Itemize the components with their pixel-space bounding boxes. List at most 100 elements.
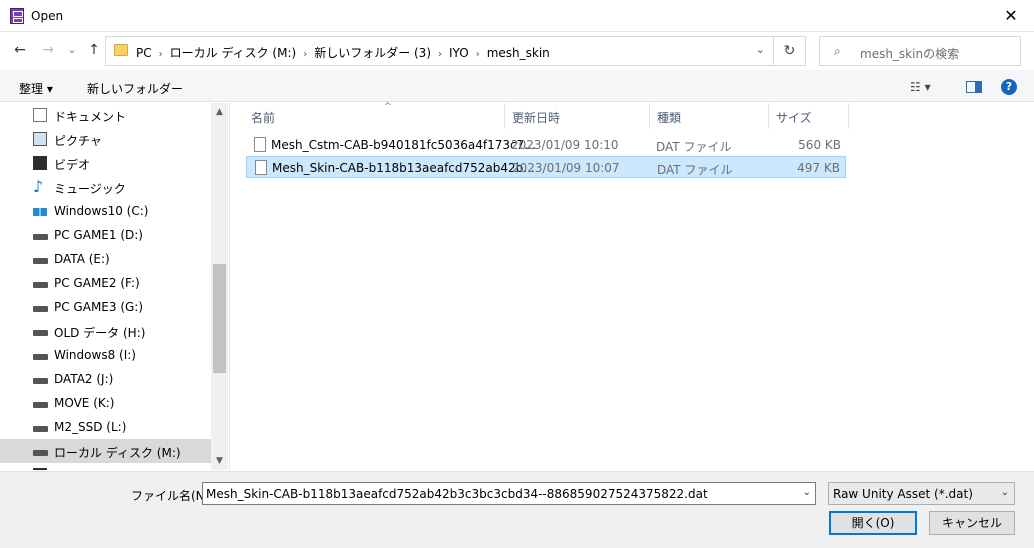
column-header-name[interactable]: 名前 ^: [244, 102, 505, 129]
new-folder-button[interactable]: 新しいフォルダー: [87, 80, 183, 97]
app-icon: [10, 8, 24, 24]
recent-locations-icon[interactable]: ⌄: [62, 40, 82, 60]
sidebar-item-drive-j[interactable]: DATA2 (J:): [0, 367, 211, 391]
sidebar-item-drive-c[interactable]: Windows10 (C:): [0, 199, 211, 223]
chevron-right-icon[interactable]: ›: [431, 49, 449, 60]
chevron-down-icon[interactable]: ⌄: [803, 487, 811, 498]
drive-icon: [33, 258, 48, 264]
file-row[interactable]: Mesh_Cstm-CAB-b940181fc5036a4f173c7... 2…: [246, 134, 846, 156]
navigation-pane: ドキュメント ピクチャ ビデオ ♪ ミュージック Windows10 (C:) …: [0, 103, 228, 470]
breadcrumb-item-folder[interactable]: 新しいフォルダー (3): [314, 46, 431, 60]
chevron-down-icon: ⌄: [1000, 487, 1009, 498]
forward-button[interactable]: →: [38, 40, 58, 60]
column-header-date[interactable]: 更新日時: [505, 103, 650, 129]
sidebar-item-drive-l[interactable]: M2_SSD (L:): [0, 415, 211, 439]
windows-drive-icon: [33, 208, 47, 216]
sidebar-item-pictures[interactable]: ピクチャ: [0, 127, 211, 151]
preview-pane-icon[interactable]: [966, 81, 982, 93]
file-row[interactable]: Mesh_Skin-CAB-b118b13aeafcd752ab42b... 2…: [246, 156, 846, 178]
sidebar-item-drive-m[interactable]: ローカル ディスク (M:): [0, 439, 211, 463]
column-header-type[interactable]: 種類: [650, 103, 769, 129]
sidebar-item-label: ビデオ: [54, 158, 91, 172]
column-header-label: サイズ: [776, 111, 812, 125]
search-box[interactable]: ⌕ mesh_skinの検索: [819, 36, 1021, 66]
sort-ascending-icon: ^: [384, 102, 392, 112]
sidebar-item-documents[interactable]: ドキュメント: [0, 103, 211, 127]
sidebar-item-label: DATA2 (J:): [54, 372, 114, 386]
refresh-button[interactable]: ↻: [773, 37, 805, 65]
sidebar-item-label: ミュージック: [54, 182, 126, 196]
file-size: 560 KB: [798, 138, 841, 152]
navigation-bar: ← → ⌄ ↑ PC › ローカル ディスク (M:) › 新しいフォルダー (3) › I…: [0, 33, 1034, 69]
file-list: 名前 ^ 更新日時 種類 サイズ Mesh_Cstm-CAB-b940181fc…: [229, 102, 1034, 470]
sidebar-item-drive-f[interactable]: PC GAME2 (F:): [0, 271, 211, 295]
drive-icon: [33, 378, 48, 384]
drive-icon: [33, 330, 48, 336]
sidebar-item-label: ドキュメント: [54, 110, 127, 124]
sidebar-item-label: PC GAME3 (G:): [54, 300, 144, 314]
back-button[interactable]: ←: [10, 40, 30, 60]
breadcrumb-item-mesh-skin[interactable]: mesh_skin: [487, 46, 550, 60]
dialog-footer: ファイル名(N): ⌄ Raw Unity Asset (*.dat) ⌄ 開く…: [0, 471, 1034, 548]
scroll-up-icon[interactable]: ▲: [211, 104, 228, 121]
file-name: Mesh_Cstm-CAB-b940181fc5036a4f173c7...: [271, 138, 536, 152]
column-header-label: 更新日時: [512, 111, 561, 125]
column-header-label: 名前: [251, 111, 276, 125]
folder-icon: [114, 44, 128, 56]
title-bar: Open ✕: [0, 0, 1034, 32]
sidebar-item-label: M2_SSD (L:): [54, 420, 127, 434]
chevron-right-icon[interactable]: ›: [152, 49, 170, 60]
filename-combobox[interactable]: ⌄: [202, 482, 816, 505]
search-input[interactable]: mesh_skinの検索: [860, 45, 959, 62]
cancel-button[interactable]: キャンセル: [929, 511, 1015, 535]
sidebar-item-label: ピクチャ: [54, 134, 102, 148]
address-dropdown-icon[interactable]: ⌄: [756, 43, 765, 56]
sidebar-item-label: Windows10 (C:): [54, 204, 149, 218]
sidebar-item-drive-k[interactable]: MOVE (K:): [0, 391, 211, 415]
up-button[interactable]: ↑: [84, 40, 104, 60]
sidebar-item-drive-e[interactable]: DATA (E:): [0, 247, 211, 271]
column-header-size[interactable]: サイズ: [769, 103, 849, 129]
sidebar-item-music[interactable]: ♪ ミュージック: [0, 175, 211, 199]
pictures-icon: [33, 132, 47, 146]
filename-input[interactable]: [203, 483, 793, 504]
help-icon[interactable]: ?: [1001, 79, 1017, 95]
sidebar-item-drive-d[interactable]: PC GAME1 (D:): [0, 223, 211, 247]
drive-icon: [33, 402, 48, 408]
folder-icon: [33, 468, 47, 470]
sidebar-item-partial[interactable]: [0, 463, 211, 470]
sidebar-item-drive-g[interactable]: PC GAME3 (G:): [0, 295, 211, 319]
command-bar: 整理 ▾ 新しいフォルダー ☷ ▾ ?: [0, 70, 1034, 102]
breadcrumb-item-pc[interactable]: PC: [136, 46, 152, 60]
open-button[interactable]: 開く(O): [829, 511, 917, 535]
document-icon: [33, 108, 47, 122]
scroll-down-icon[interactable]: ▼: [211, 453, 228, 470]
sidebar-item-label: OLD データ (H:): [54, 326, 146, 340]
videos-icon: [33, 156, 47, 170]
file-name: Mesh_Skin-CAB-b118b13aeafcd752ab42b...: [272, 161, 535, 175]
sidebar-item-label: Windows8 (I:): [54, 348, 136, 362]
drive-icon: [33, 306, 48, 312]
drive-icon: [33, 450, 48, 456]
file-icon: [254, 137, 266, 152]
sidebar-item-label: PC GAME1 (D:): [54, 228, 143, 242]
music-icon: ♪: [33, 177, 44, 196]
file-size: 497 KB: [797, 161, 840, 175]
scrollbar-thumb[interactable]: [213, 264, 226, 373]
chevron-right-icon[interactable]: ›: [469, 49, 487, 60]
file-type-select[interactable]: Raw Unity Asset (*.dat) ⌄: [828, 482, 1015, 505]
breadcrumb-item-iyo[interactable]: IYO: [449, 46, 469, 60]
organize-button[interactable]: 整理 ▾: [19, 80, 53, 97]
sidebar-item-label: ローカル ディスク (M:): [54, 446, 181, 460]
sidebar-item-drive-i[interactable]: Windows8 (I:): [0, 343, 211, 367]
view-options-button[interactable]: ☷ ▾: [910, 80, 931, 94]
breadcrumb-item-drive[interactable]: ローカル ディスク (M:): [170, 46, 297, 60]
file-icon: [255, 160, 267, 175]
chevron-right-icon[interactable]: ›: [296, 49, 314, 60]
window-title: Open: [31, 9, 64, 23]
drive-icon: [33, 234, 48, 240]
sidebar-item-videos[interactable]: ビデオ: [0, 151, 211, 175]
close-button[interactable]: ✕: [988, 0, 1034, 32]
sidebar-item-drive-h[interactable]: OLD データ (H:): [0, 319, 211, 343]
address-bar[interactable]: PC › ローカル ディスク (M:) › 新しいフォルダー (3) › IYO › mesh_…: [105, 36, 806, 66]
